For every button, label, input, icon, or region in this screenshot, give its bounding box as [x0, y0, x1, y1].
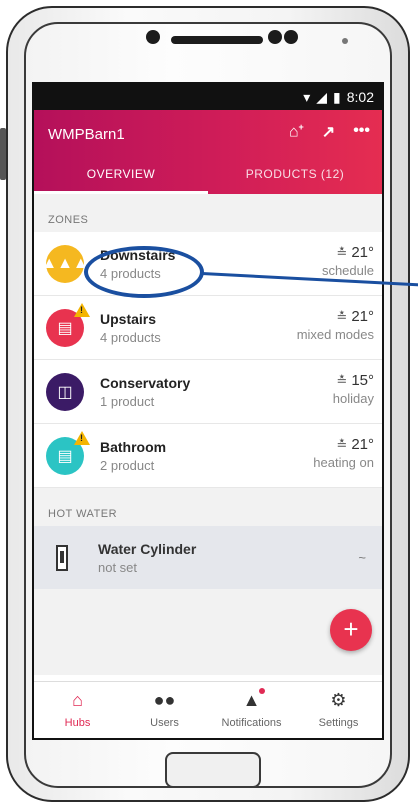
battery-icon: ▮	[333, 88, 341, 105]
zone-mode: mixed modes	[296, 327, 374, 342]
content-spacer: +	[34, 589, 382, 675]
hot-water-status: not set	[98, 559, 138, 575]
camera-icon	[146, 30, 160, 44]
hot-water-section-label: HOT WATER	[34, 488, 382, 526]
home-icon: ⌂	[72, 690, 83, 710]
wifi-icon: ▾	[303, 88, 311, 105]
bed-icon: ▤ !	[46, 302, 90, 347]
zone-mode: schedule	[321, 263, 374, 278]
app-header: WMPBarn1 ⌂+ ↗ ••• OVERVIEW PRODUCTS (12)	[34, 110, 382, 194]
add-button[interactable]: +	[330, 609, 372, 651]
zone-row-conservatory[interactable]: ◫ Conservatory 1 product ≛ 15° holiday	[34, 360, 382, 424]
hub-title: WMPBarn1	[48, 126, 125, 143]
annotation-circle	[84, 246, 204, 298]
tab-overview[interactable]: OVERVIEW	[34, 154, 208, 194]
sensor-icon	[268, 30, 282, 44]
thermometer-icon: ≛	[336, 309, 348, 324]
zone-row-upstairs[interactable]: ▤ ! Upstairs 4 products ≛ 21° mixed modes	[34, 296, 382, 360]
app-screen: ▾ ◢ ▮ 8:02 WMPBarn1 ⌂+ ↗ ••• OVERVIEW PR…	[32, 82, 384, 740]
zone-temperature: ≛ 21°	[336, 436, 374, 453]
home-button[interactable]	[165, 752, 261, 788]
zone-temperature: ≛ 21°	[336, 308, 374, 325]
status-bar: ▾ ◢ ▮ 8:02	[34, 84, 382, 110]
thermometer-icon: ≛	[336, 245, 348, 260]
header-actions: ⌂+ ↗ •••	[289, 122, 370, 142]
nav-settings[interactable]: ⚙ Settings	[295, 682, 382, 738]
status-time: 8:02	[346, 89, 374, 105]
notification-badge	[259, 688, 266, 694]
phone-side-button	[0, 128, 6, 180]
thermometer-icon: ≛	[336, 437, 348, 452]
chart-icon[interactable]: ↗	[322, 122, 335, 142]
zone-mode: heating on	[313, 455, 374, 470]
bathtub-icon: ▤ !	[46, 430, 90, 475]
nav-hubs[interactable]: ⌂ Hubs	[34, 682, 121, 738]
hot-water-row[interactable]: Water Cylinder not set ~	[34, 526, 382, 589]
window-icon: ◫	[46, 372, 84, 411]
speaker-grille	[171, 36, 263, 44]
heater-icon: ▲▲▲	[41, 244, 89, 283]
tab-bar: OVERVIEW PRODUCTS (12)	[34, 154, 382, 194]
warning-icon: !	[74, 302, 90, 317]
nav-notifications[interactable]: ▲ Notifications	[208, 682, 295, 738]
zone-temperature: ≛ 15°	[336, 372, 374, 389]
hot-water-value: ~	[358, 550, 366, 565]
bottom-navigation: ⌂ Hubs ●● Users ▲ Notifications ⚙ Settin…	[34, 681, 382, 738]
users-icon: ●●	[153, 690, 176, 710]
more-icon[interactable]: •••	[353, 122, 370, 142]
zone-row-bathroom[interactable]: ▤ ! Bathroom 2 product ≛ 21° heating on	[34, 424, 382, 488]
tab-products[interactable]: PRODUCTS (12)	[208, 154, 382, 194]
signal-icon: ◢	[316, 88, 328, 105]
hot-water-name: Water Cylinder	[98, 540, 197, 557]
bell-icon: ▲	[243, 688, 266, 710]
zones-section-label: ZONES	[34, 194, 382, 232]
proximity-sensor-icon	[342, 38, 348, 44]
nav-users[interactable]: ●● Users	[121, 682, 208, 738]
warning-icon: !	[74, 430, 90, 445]
zone-temperature: ≛ 21°	[336, 244, 374, 261]
zone-mode: holiday	[332, 391, 374, 406]
thermometer-icon: ≛	[336, 373, 348, 388]
gear-icon: ⚙	[330, 690, 347, 710]
sensor-icon	[284, 30, 298, 44]
cylinder-icon	[56, 544, 68, 571]
add-home-icon[interactable]: ⌂+	[289, 122, 304, 142]
